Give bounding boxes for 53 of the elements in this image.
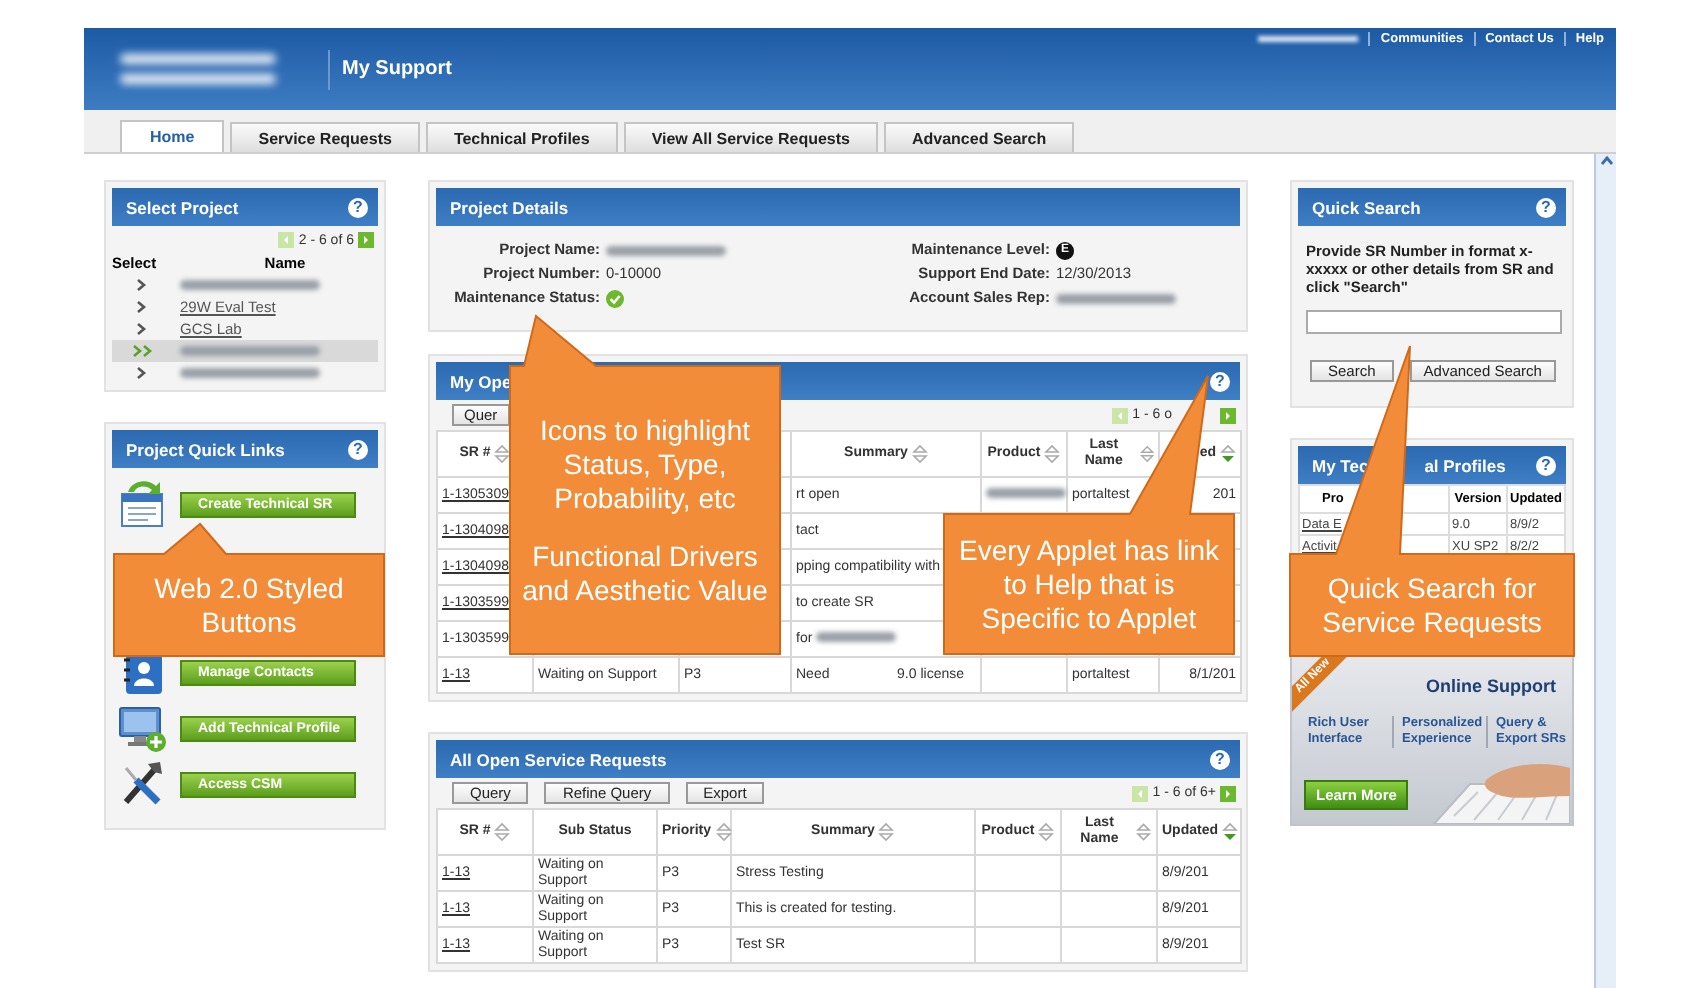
panel-title: All Open Service Requests <box>450 749 667 769</box>
sort-icon[interactable] <box>1139 444 1154 464</box>
sort-icon[interactable] <box>911 444 928 464</box>
panel-title: Project Quick Links <box>126 439 285 459</box>
promo-title: Online Support <box>1426 676 1556 696</box>
help-icon[interactable]: ? <box>348 197 368 217</box>
sort-icon[interactable] <box>878 822 895 842</box>
scroll-up-icon[interactable] <box>1599 154 1613 168</box>
project-row[interactable] <box>112 340 378 362</box>
scrollbar[interactable] <box>1594 154 1616 988</box>
previous-page-button[interactable] <box>1112 407 1129 423</box>
help-icon[interactable]: ? <box>1210 749 1230 769</box>
app-title: My Support <box>342 58 452 80</box>
next-page-button[interactable] <box>1220 785 1236 801</box>
monitor-icon <box>116 702 168 754</box>
tab[interactable]: View All Service Requests <box>623 122 878 152</box>
callout-text: Functional Drivers and Aesthetic Value <box>522 539 768 607</box>
previous-page-button[interactable] <box>278 232 295 248</box>
panel-title: Project Details <box>450 197 569 217</box>
sort-icon[interactable] <box>1044 444 1061 464</box>
redacted-text <box>1056 293 1176 303</box>
redacted-text <box>606 245 726 255</box>
sort-icon[interactable] <box>1038 822 1055 842</box>
sort-icon[interactable] <box>494 822 511 842</box>
help-icon[interactable]: ? <box>1536 197 1556 217</box>
sort-icon[interactable] <box>1136 822 1152 842</box>
callout-text: Every Applet has link to Help that is Specific to Applet <box>957 533 1221 635</box>
check-icon <box>606 289 624 307</box>
panel-title: Quick Search <box>1312 197 1421 217</box>
callout-text: Icons to highlight Status, Type, Probability, etc <box>537 413 753 515</box>
callout-text: Web 2.0 Styled Buttons <box>152 571 346 639</box>
document-icon <box>116 478 168 530</box>
next-page-button[interactable] <box>1220 407 1236 423</box>
help-icon[interactable]: ? <box>1536 455 1556 475</box>
sort-icon[interactable] <box>1222 822 1238 842</box>
tab[interactable]: Advanced Search <box>883 122 1075 152</box>
redacted-text <box>1258 36 1359 42</box>
sort-icon[interactable] <box>494 444 511 464</box>
help-icon[interactable]: ? <box>1210 371 1230 391</box>
callout-text: Quick Search for Service Requests <box>1320 571 1544 639</box>
double-chevron-icon <box>132 344 156 358</box>
sort-icon[interactable] <box>1220 444 1236 464</box>
next-page-button[interactable] <box>358 232 374 248</box>
help-icon[interactable]: ? <box>348 439 368 459</box>
tab[interactable]: Technical Profiles <box>425 122 618 152</box>
panel-title: al Profiles <box>1424 455 1506 475</box>
search-field[interactable] <box>1306 310 1562 334</box>
tab[interactable]: Home <box>120 120 225 152</box>
sort-icon[interactable] <box>715 822 732 842</box>
tab[interactable]: Service Requests <box>230 122 420 152</box>
previous-page-button[interactable] <box>1132 785 1149 801</box>
panel-title: Select Project <box>126 197 239 217</box>
panel-title: My Ope <box>450 371 512 391</box>
